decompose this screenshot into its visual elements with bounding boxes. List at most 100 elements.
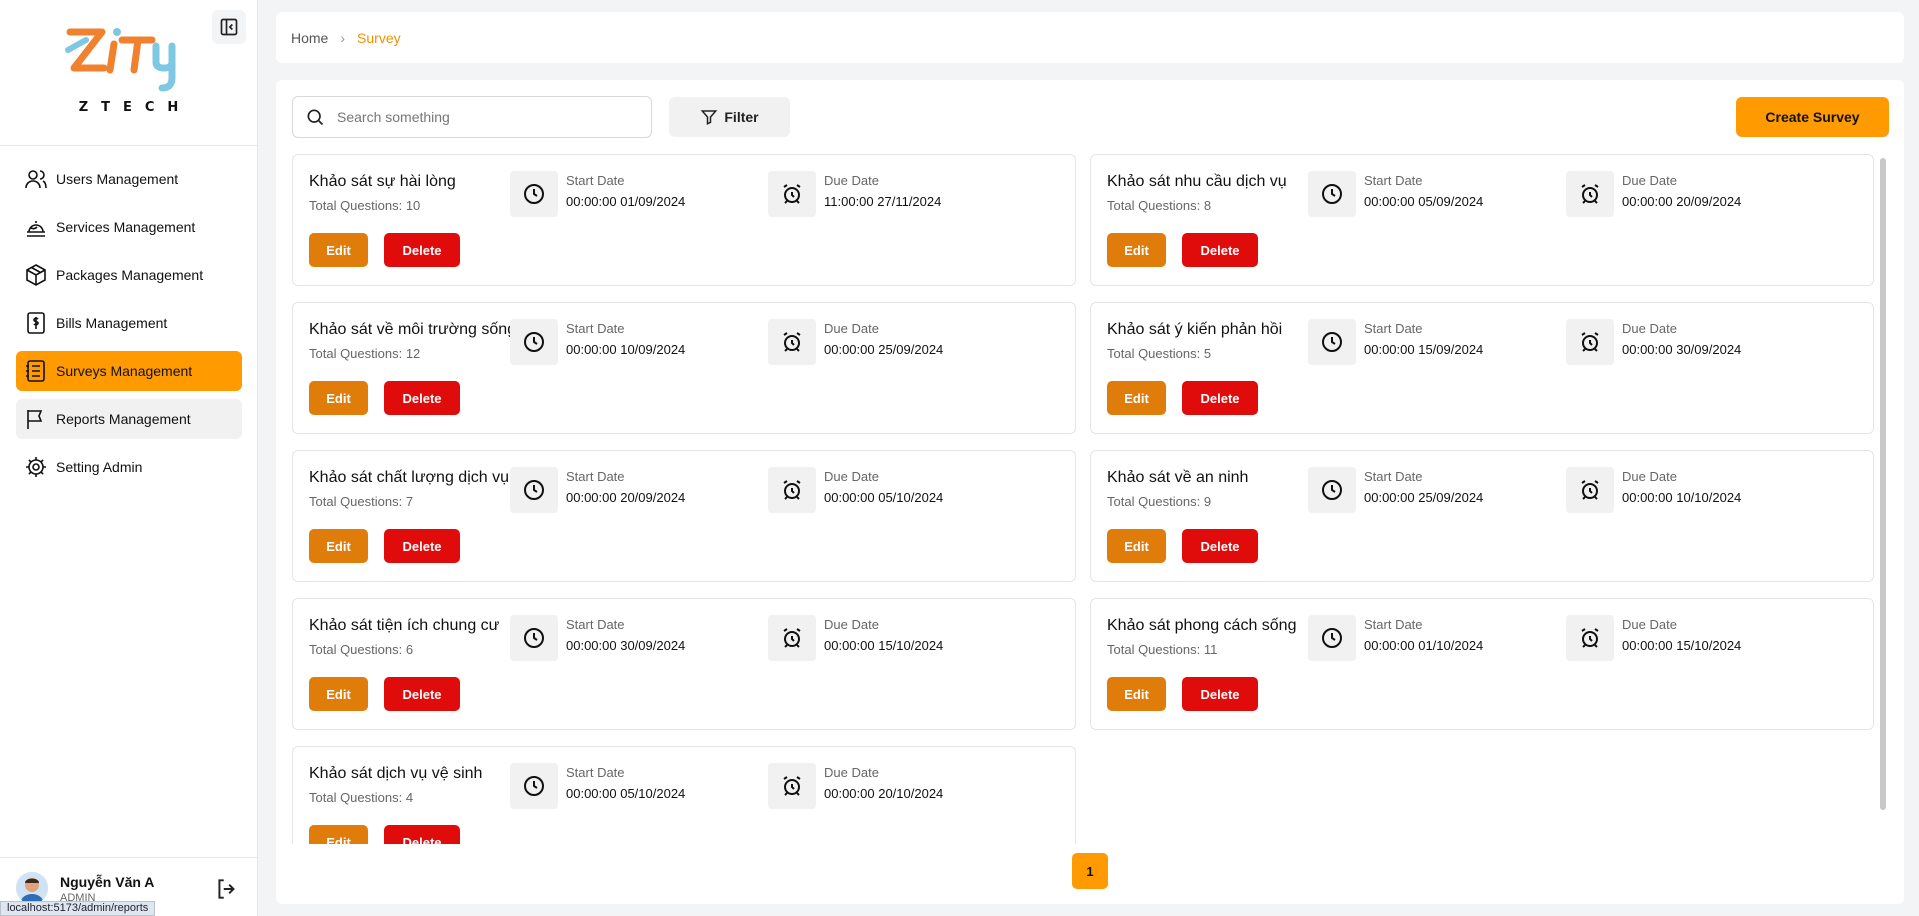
- start-date-label: Start Date: [566, 173, 625, 188]
- delete-button[interactable]: Delete: [384, 529, 460, 563]
- due-date-block: Due Date 00:00:00 30/09/2024: [1566, 319, 1741, 365]
- clock-icon: [1308, 319, 1356, 365]
- survey-title: Khảo sát sự hài lòng: [309, 173, 456, 190]
- survey-card: Khảo sát về an ninh Total Questions: 9 S…: [1090, 450, 1874, 582]
- survey-title: Khảo sát về môi trường sống: [309, 321, 517, 338]
- sidebar-item-surveys[interactable]: Surveys Management: [16, 351, 242, 391]
- edit-button[interactable]: Edit: [309, 825, 368, 844]
- create-survey-button[interactable]: Create Survey: [1736, 97, 1889, 137]
- delete-button[interactable]: Delete: [1182, 529, 1258, 563]
- start-date-value: 00:00:00 05/10/2024: [566, 786, 686, 801]
- alarm-clock-icon: [768, 467, 816, 513]
- survey-card: Khảo sát nhu cầu dịch vụ Total Questions…: [1090, 154, 1874, 286]
- sidebar-item-services[interactable]: Services Management: [16, 207, 242, 247]
- main-panel: Filter Create Survey Khảo sát sự hài lòn…: [276, 80, 1904, 904]
- survey-total-questions: Total Questions: 4: [309, 790, 414, 805]
- sidebar-item-bills[interactable]: Bills Management: [16, 303, 242, 343]
- due-date-label: Due Date: [1622, 173, 1677, 188]
- search-input[interactable]: [337, 109, 637, 125]
- edit-button[interactable]: Edit: [309, 529, 368, 563]
- delete-button[interactable]: Delete: [1182, 677, 1258, 711]
- sidebar-collapse-button[interactable]: [212, 10, 246, 44]
- avatar[interactable]: [16, 872, 48, 904]
- start-date-label: Start Date: [566, 765, 625, 780]
- users-icon: [25, 170, 47, 189]
- survey-card: Khảo sát về môi trường sống Total Questi…: [292, 302, 1076, 434]
- alarm-clock-icon: [1566, 615, 1614, 661]
- survey-title: Khảo sát nhu cầu dịch vụ: [1107, 173, 1287, 190]
- due-date-value: 00:00:00 10/10/2024: [1622, 490, 1742, 505]
- clock-icon: [510, 467, 558, 513]
- sidebar-item-label: Users Management: [56, 171, 179, 187]
- scrollbar-thumb[interactable]: [1880, 158, 1886, 810]
- edit-button[interactable]: Edit: [1107, 677, 1166, 711]
- pagination-page-button[interactable]: 1: [1072, 853, 1108, 889]
- due-date-label: Due Date: [824, 173, 879, 188]
- status-bar-url: localhost:5173/admin/reports: [0, 901, 156, 916]
- delete-button[interactable]: Delete: [1182, 233, 1258, 267]
- due-date-value: 00:00:00 15/10/2024: [1622, 638, 1742, 653]
- zity-logo-icon: [65, 28, 176, 92]
- due-date-block: Due Date 11:00:00 27/11/2024: [768, 171, 941, 217]
- due-date-label: Due Date: [824, 469, 879, 484]
- delete-button[interactable]: Delete: [384, 677, 460, 711]
- edit-button[interactable]: Edit: [309, 233, 368, 267]
- logout-button[interactable]: [214, 876, 240, 902]
- due-date-label: Due Date: [1622, 321, 1677, 336]
- start-date-label: Start Date: [1364, 173, 1423, 188]
- edit-button[interactable]: Edit: [309, 381, 368, 415]
- due-date-value: 00:00:00 05/10/2024: [824, 490, 944, 505]
- sidebar-item-reports[interactable]: Reports Management: [16, 399, 242, 439]
- delete-button[interactable]: Delete: [384, 381, 460, 415]
- survey-title: Khảo sát về an ninh: [1107, 469, 1249, 486]
- edit-button[interactable]: Edit: [1107, 381, 1166, 415]
- due-date-block: Due Date 00:00:00 15/10/2024: [768, 615, 943, 661]
- due-date-value: 00:00:00 20/10/2024: [824, 786, 944, 801]
- sidebar: ZTECH Users Management Services Manageme…: [0, 0, 258, 916]
- edit-button[interactable]: Edit: [1107, 529, 1166, 563]
- survey-title: Khảo sát chất lượng dịch vụ: [309, 469, 509, 486]
- sidebar-nav: Users Management Services Management Pac…: [16, 159, 242, 495]
- survey-card: Khảo sát ý kiến phản hồi Total Questions…: [1090, 302, 1874, 434]
- search-box[interactable]: [292, 96, 652, 138]
- delete-button[interactable]: Delete: [384, 233, 460, 267]
- service-bell-icon: [27, 221, 45, 237]
- start-date-block: Start Date 00:00:00 01/10/2024: [1308, 615, 1483, 661]
- filter-label: Filter: [724, 109, 759, 125]
- start-date-block: Start Date 00:00:00 10/09/2024: [510, 319, 685, 365]
- survey-total-questions: Total Questions: 9: [1107, 494, 1212, 509]
- survey-card: Khảo sát sự hài lòng Total Questions: 10…: [292, 154, 1076, 286]
- sidebar-item-settings[interactable]: Setting Admin: [16, 447, 242, 487]
- alarm-clock-icon: [768, 319, 816, 365]
- due-date-value: 11:00:00 27/11/2024: [824, 194, 942, 209]
- sidebar-item-users[interactable]: Users Management: [16, 159, 242, 199]
- due-date-value: 00:00:00 30/09/2024: [1622, 342, 1742, 357]
- start-date-block: Start Date 00:00:00 25/09/2024: [1308, 467, 1483, 513]
- clock-icon: [1308, 615, 1356, 661]
- logo-text: ZTECH: [78, 100, 192, 115]
- breadcrumb-home[interactable]: Home: [291, 30, 328, 46]
- delete-button[interactable]: Delete: [1182, 381, 1258, 415]
- start-date-block: Start Date 00:00:00 30/09/2024: [510, 615, 685, 661]
- start-date-block: Start Date 00:00:00 05/09/2024: [1308, 171, 1483, 217]
- start-date-label: Start Date: [1364, 617, 1423, 632]
- start-date-value: 00:00:00 20/09/2024: [566, 490, 686, 505]
- zity-logo[interactable]: ZTECH: [64, 26, 194, 116]
- scrollbar[interactable]: [1880, 158, 1886, 810]
- clock-icon: [510, 763, 558, 809]
- filter-button[interactable]: Filter: [669, 97, 790, 137]
- alarm-clock-icon: [1566, 319, 1614, 365]
- start-date-value: 00:00:00 10/09/2024: [566, 342, 686, 357]
- edit-button[interactable]: Edit: [309, 677, 368, 711]
- start-date-value: 00:00:00 01/09/2024: [566, 194, 686, 209]
- sidebar-collapse-icon: [220, 18, 238, 36]
- delete-button[interactable]: Delete: [384, 825, 460, 844]
- start-date-value: 00:00:00 05/09/2024: [1364, 194, 1484, 209]
- sidebar-item-packages[interactable]: Packages Management: [16, 255, 242, 295]
- survey-title: Khảo sát ý kiến phản hồi: [1107, 321, 1283, 338]
- breadcrumb-current: Survey: [357, 29, 401, 46]
- edit-button[interactable]: Edit: [1107, 233, 1166, 267]
- survey-total-questions: Total Questions: 6: [309, 642, 414, 657]
- due-date-label: Due Date: [1622, 617, 1677, 632]
- due-date-block: Due Date 00:00:00 10/10/2024: [1566, 467, 1741, 513]
